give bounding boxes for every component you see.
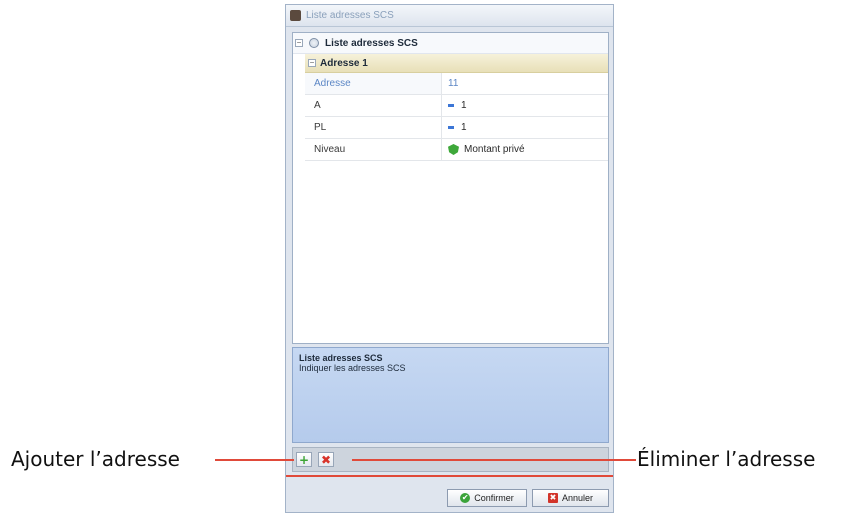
property-row-adresse[interactable]: Adresse 11 [305, 73, 608, 95]
collapse-icon[interactable]: − [295, 39, 303, 47]
property-name: PL [305, 117, 442, 138]
property-name: Adresse [305, 73, 442, 94]
close-icon: ✖ [547, 493, 558, 503]
property-value-text: 1 [461, 100, 467, 111]
delete-address-button[interactable]: ✖ [318, 452, 334, 467]
group-label: Adresse 1 [320, 57, 368, 69]
collapse-icon[interactable]: − [308, 59, 316, 67]
description-title: Liste adresses SCS [299, 353, 383, 363]
annotation-line-add [215, 459, 294, 461]
grid-root-row[interactable]: − Liste adresses SCS [293, 33, 608, 54]
number-icon [448, 126, 454, 129]
dialog-window: Liste adresses SCS − Liste adresses SCS … [285, 4, 614, 513]
grid-root-label: Liste adresses SCS [325, 37, 418, 49]
property-value[interactable]: 11 [442, 73, 608, 94]
property-name: A [305, 95, 442, 116]
cancel-button[interactable]: ✖ Annuler [532, 489, 609, 507]
property-value[interactable]: 1 [442, 117, 608, 138]
title-bar: Liste adresses SCS [286, 5, 613, 27]
divider-line [286, 475, 613, 477]
property-value-text: 1 [461, 122, 467, 133]
plus-icon: + [298, 452, 310, 467]
property-name: Niveau [305, 139, 442, 160]
description-text: Indiquer les adresses SCS [299, 363, 406, 373]
property-value[interactable]: Montant privé [442, 139, 608, 160]
annotation-line-delete [352, 459, 636, 461]
add-address-button[interactable]: + [296, 452, 312, 467]
group-row-adresse-1[interactable]: − Adresse 1 [305, 54, 608, 73]
annotation-delete: Éliminer l’adresse [637, 447, 816, 471]
check-icon: ✔ [460, 493, 471, 503]
delete-icon: ✖ [320, 452, 332, 467]
property-value-text: Montant privé [464, 144, 525, 155]
shield-icon [448, 144, 459, 155]
property-row-niveau[interactable]: Niveau Montant privé [305, 139, 608, 161]
confirm-button[interactable]: ✔ Confirmer [447, 489, 527, 507]
property-value-text: 11 [448, 78, 459, 89]
property-row-a[interactable]: A 1 [305, 95, 608, 117]
description-panel: Liste adresses SCS Indiquer les adresses… [292, 347, 609, 443]
confirm-label: Confirmer [474, 493, 514, 503]
app-icon [290, 10, 301, 21]
property-row-pl[interactable]: PL 1 [305, 117, 608, 139]
property-grid: − Liste adresses SCS − Adresse 1 Adresse… [292, 32, 609, 344]
number-icon [448, 104, 454, 107]
cancel-label: Annuler [561, 493, 594, 503]
annotation-add: Ajouter l’adresse [11, 447, 180, 471]
globe-icon [309, 38, 319, 48]
window-title: Liste adresses SCS [306, 10, 394, 21]
property-value[interactable]: 1 [442, 95, 608, 116]
